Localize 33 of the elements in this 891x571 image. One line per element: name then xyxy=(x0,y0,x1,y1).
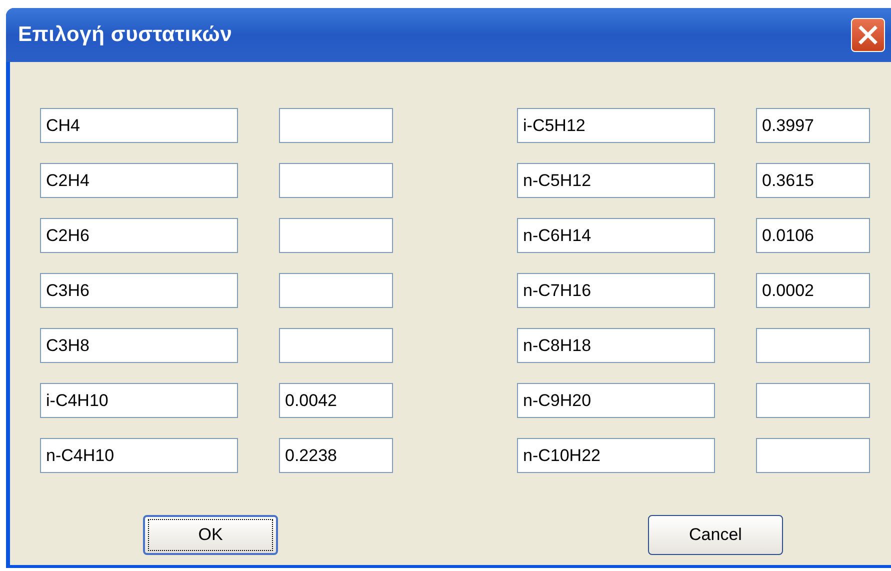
cancel-button[interactable]: Cancel xyxy=(648,515,783,555)
component-name-field[interactable]: i-C4H10 xyxy=(40,383,238,418)
component-name-field[interactable]: n-C6H14 xyxy=(517,218,715,253)
fraction-field[interactable]: 0.0002 xyxy=(756,273,870,308)
fraction-field[interactable] xyxy=(279,218,393,253)
component-name-field[interactable]: n-C8H18 xyxy=(517,328,715,363)
component-name-field[interactable]: C3H6 xyxy=(40,273,238,308)
fraction-field[interactable] xyxy=(756,383,870,418)
component-name-field[interactable]: n-C9H20 xyxy=(517,383,715,418)
close-button[interactable] xyxy=(851,18,885,52)
fraction-field[interactable] xyxy=(279,328,393,363)
fraction-field[interactable] xyxy=(279,273,393,308)
fraction-field[interactable]: 0.3997 xyxy=(756,108,870,143)
close-icon xyxy=(858,25,878,45)
fraction-field[interactable] xyxy=(756,328,870,363)
component-name-field[interactable]: C2H4 xyxy=(40,163,238,198)
window-title: Επιλογή συστατικών xyxy=(18,22,232,48)
component-name-field[interactable]: n-C5H12 xyxy=(517,163,715,198)
fraction-field[interactable]: 0.0042 xyxy=(279,383,393,418)
component-name-field[interactable]: n-C7H16 xyxy=(517,273,715,308)
component-name-field[interactable]: i-C5H12 xyxy=(517,108,715,143)
component-name-field[interactable]: CH4 xyxy=(40,108,238,143)
fraction-field[interactable]: 0.2238 xyxy=(279,438,393,473)
ok-button[interactable]: OK xyxy=(143,515,278,555)
fraction-field[interactable]: 0.0106 xyxy=(756,218,870,253)
component-name-field[interactable]: C2H6 xyxy=(40,218,238,253)
component-name-field[interactable]: n-C10H22 xyxy=(517,438,715,473)
fraction-field[interactable] xyxy=(279,163,393,198)
component-name-field[interactable]: n-C4H10 xyxy=(40,438,238,473)
fraction-field[interactable]: 0.3615 xyxy=(756,163,870,198)
component-name-field[interactable]: C3H8 xyxy=(40,328,238,363)
fraction-field[interactable] xyxy=(756,438,870,473)
fraction-field[interactable] xyxy=(279,108,393,143)
